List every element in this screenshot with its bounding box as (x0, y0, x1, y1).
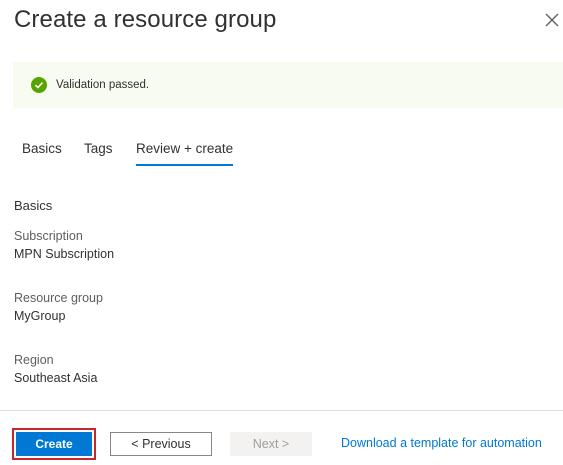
check-circle-icon (31, 77, 47, 93)
create-button-highlight: Create (12, 428, 96, 460)
close-button[interactable] (540, 8, 563, 32)
resource-group-label: Resource group (14, 291, 103, 305)
validation-banner: Validation passed. (13, 62, 563, 108)
region-value: Southeast Asia (14, 371, 98, 385)
subscription-label: Subscription (14, 229, 83, 243)
previous-button[interactable]: < Previous (110, 432, 212, 456)
create-button[interactable]: Create (16, 432, 92, 456)
footer-divider (0, 410, 563, 411)
page-title: Create a resource group (14, 6, 277, 33)
region-label: Region (14, 353, 54, 367)
tab-review-create[interactable]: Review + create (136, 141, 234, 166)
section-title-basics: Basics (14, 198, 53, 213)
next-button[interactable]: Next > (230, 432, 312, 456)
validation-message: Validation passed. (56, 79, 150, 91)
close-icon[interactable] (540, 8, 563, 32)
subscription-value: MPN Subscription (14, 247, 115, 261)
download-template-link[interactable]: Download a template for automation (341, 436, 542, 450)
tab-tags[interactable]: Tags (84, 141, 113, 164)
resource-group-value: MyGroup (14, 309, 66, 323)
tab-basics[interactable]: Basics (22, 141, 62, 164)
